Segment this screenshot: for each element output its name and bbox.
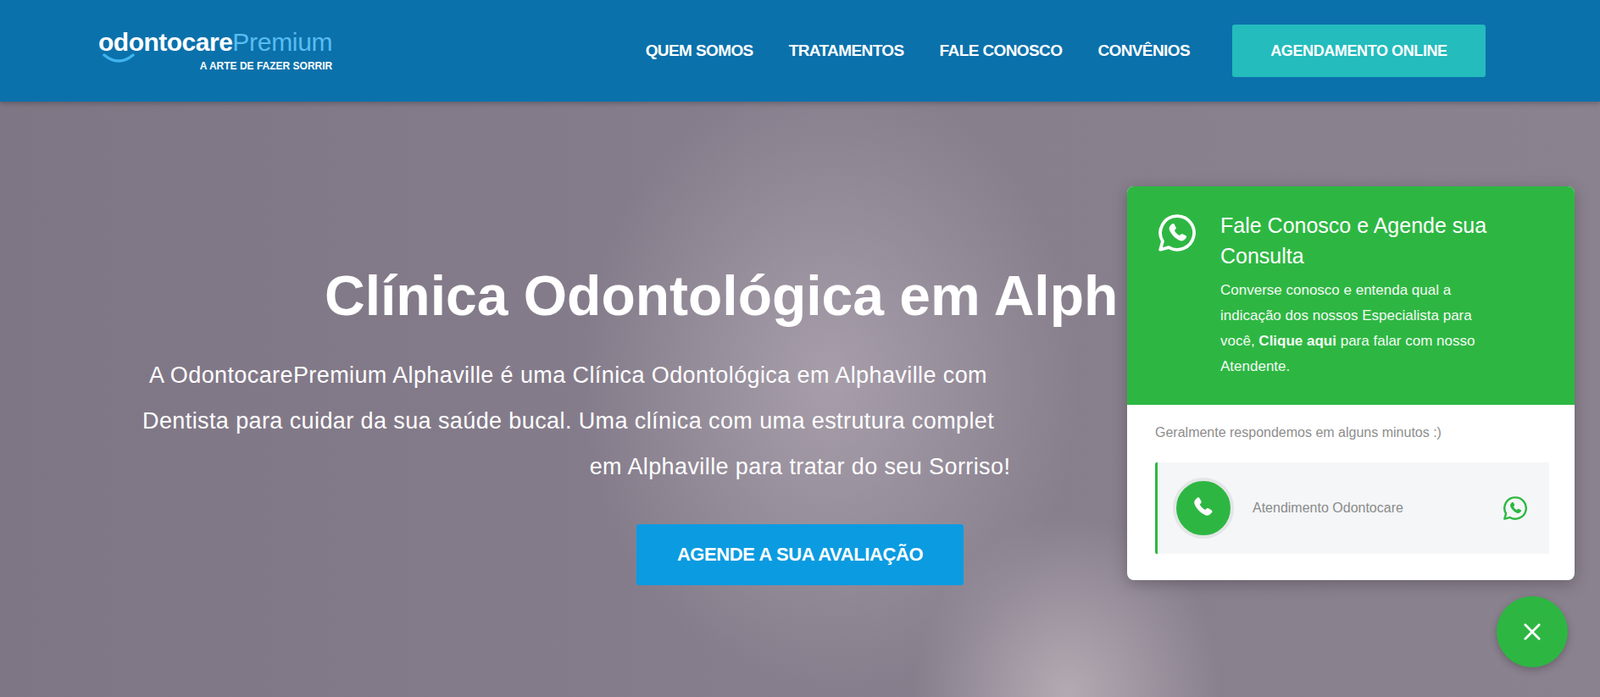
whatsapp-icon — [1155, 211, 1199, 255]
hero-title: Clínica Odontológica em Alph — [324, 261, 1118, 330]
logo-suffix: Premium — [232, 27, 333, 56]
main-nav: QUEM SOMOS TRATAMENTOS FALE CONOSCO CONVÊNI… — [645, 41, 1190, 61]
close-icon — [1520, 620, 1545, 645]
chat-close-button[interactable] — [1496, 596, 1568, 668]
agent-contact[interactable]: Atendimento Odontocare — [1155, 462, 1550, 555]
hero-text-line: em Alphaville para tratar do seu Sorriso… — [589, 444, 1012, 490]
nav-item[interactable]: CONVÊNIOS — [1097, 41, 1190, 61]
hero: Clínica Odontológica em Alph A Odontocare… — [0, 101, 1600, 697]
whatsapp-chat-popup: Fale Conosco e Agende sua ConsultaConver… — [1127, 186, 1575, 581]
online-booking-button[interactable]: AGENDAMENTO ONLINE — [1232, 24, 1486, 78]
nav-item[interactable]: QUEM SOMOS — [645, 41, 754, 61]
logo-brand: odontocare — [98, 27, 233, 56]
chat-note: Geralmente respondemos em alguns minutos… — [1155, 423, 1550, 443]
whatsapp-icon — [1501, 494, 1529, 523]
smile-icon — [101, 53, 136, 64]
hero-text-line: Dentista para cuidar da sua saúde bucal.… — [142, 398, 995, 445]
phone-icon — [1188, 494, 1218, 523]
agent-avatar — [1172, 477, 1234, 539]
header: odontocarePremium A ARTE DE FAZER SORRIR Q… — [0, 0, 1600, 102]
agent-name: Atendimento Odontocare — [1252, 500, 1484, 517]
logo[interactable]: odontocarePremium A ARTE DE FAZER SORRIR — [98, 29, 333, 73]
schedule-evaluation-button[interactable]: AGENDE A SUA AVALIAÇÃO — [636, 524, 964, 586]
chat-body: Geralmente respondemos em alguns minutos… — [1127, 405, 1575, 581]
chat-header-text: Fale Conosco e Agende sua ConsultaConver… — [1220, 210, 1541, 380]
chat-title: Fale Conosco e Agende sua Consulta — [1220, 210, 1541, 272]
nav-item[interactable]: TRATAMENTOS — [788, 41, 905, 61]
page: odontocarePremium A ARTE DE FAZER SORRIR Q… — [0, 0, 1600, 697]
logo-tagline: A ARTE DE FAZER SORRIR — [200, 60, 333, 73]
hero-text-line: A OdontocarePremium Alphaville é uma Clí… — [142, 352, 988, 399]
nav-item[interactable]: FALE CONOSCO — [939, 41, 1063, 61]
chat-message: Converse conosco e entenda qual a indica… — [1220, 277, 1509, 380]
logo-wordmark: odontocarePremium — [98, 29, 333, 56]
chat-header: Fale Conosco e Agende sua ConsultaConver… — [1127, 186, 1575, 406]
